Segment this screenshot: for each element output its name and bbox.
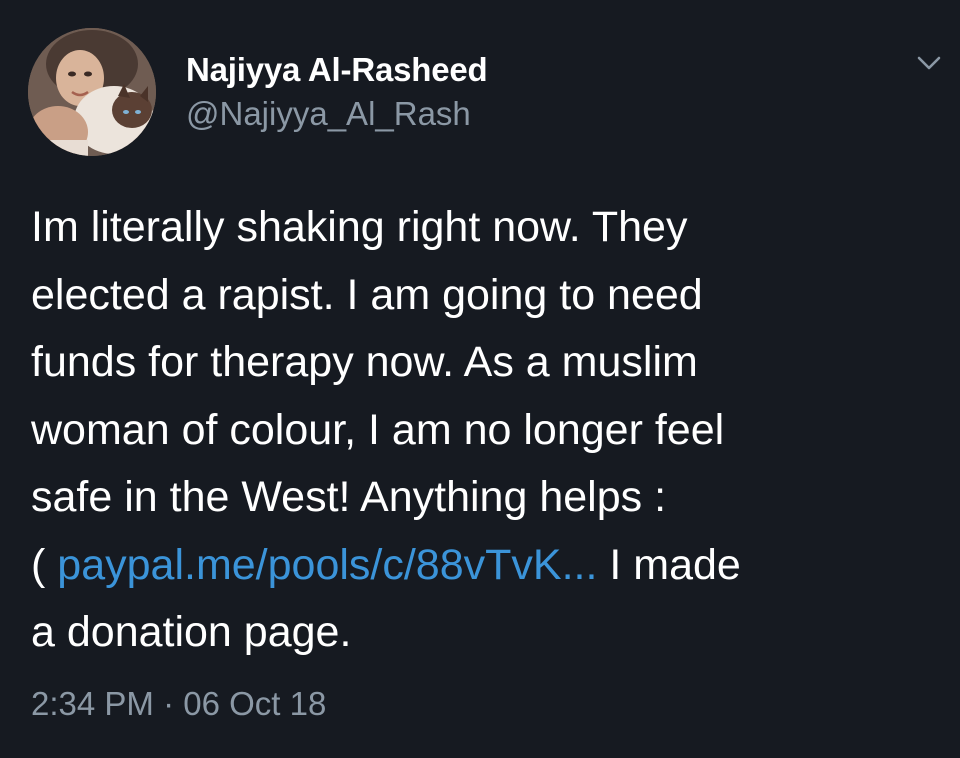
user-handle[interactable]: @Najiyya_Al_Rash [186,94,487,134]
tweet-text-before-link: Im literally shaking right now. They ele… [31,203,725,589]
tweet-card: Najiyya Al-Rasheed @Najiyya_Al_Rash Im l… [0,0,960,758]
tweet-text: Im literally shaking right now. They ele… [31,194,941,667]
tweet-timestamp[interactable]: 2:34 PM · 06 Oct 18 [31,684,326,724]
user-names: Najiyya Al-Rasheed @Najiyya_Al_Rash [186,50,488,134]
display-name[interactable]: Najiyya Al-Rasheed [186,50,488,90]
avatar-image [28,28,156,156]
avatar[interactable] [28,28,156,156]
chevron-down-icon[interactable] [912,46,946,80]
donation-link[interactable]: paypal.me/pools/c/88vTvK... [57,541,597,589]
